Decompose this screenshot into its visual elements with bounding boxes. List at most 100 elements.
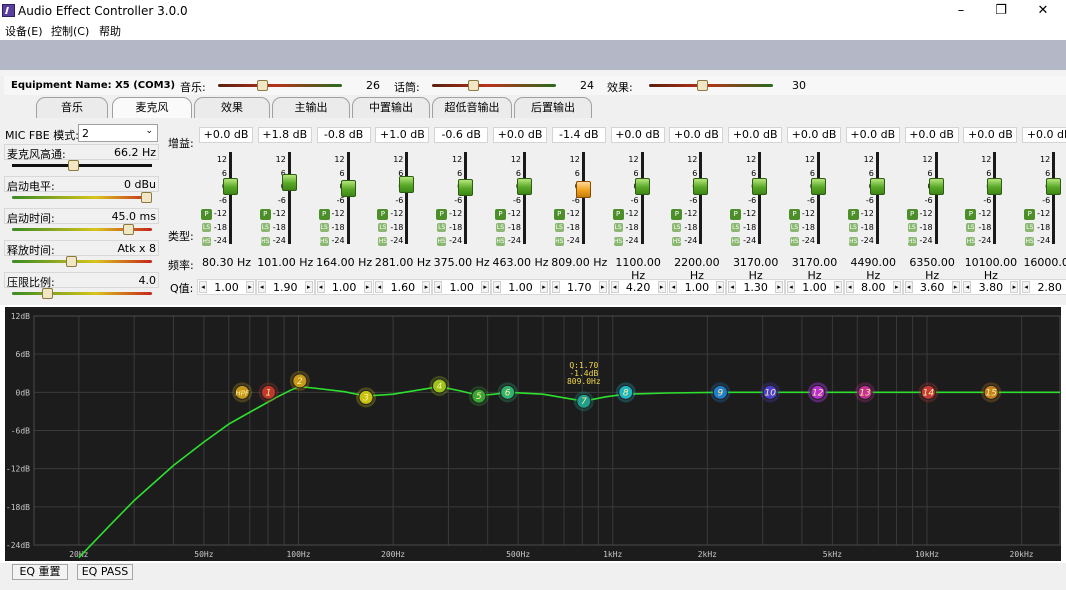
band-gain-thumb[interactable] [517, 178, 532, 195]
filter-type-p-icon[interactable]: P [553, 209, 565, 220]
filter-type-ls-icon[interactable]: LS [1025, 223, 1035, 232]
menu-control[interactable]: 控制(C) [51, 23, 89, 39]
band-gain-fader[interactable] [287, 152, 291, 244]
q-decrease-arrow-icon[interactable]: ◂ [493, 281, 501, 293]
music-volume-slider[interactable] [218, 84, 342, 87]
filter-type-p-icon[interactable]: P [906, 209, 918, 220]
q-decrease-arrow-icon[interactable]: ◂ [787, 281, 795, 293]
band-q-stepper[interactable]: ◂ 1.60 ▸ [373, 279, 433, 295]
band-gain-value[interactable]: +1.0 dB [375, 127, 430, 143]
filter-type-ls-icon[interactable]: LS [731, 223, 741, 232]
q-decrease-arrow-icon[interactable]: ◂ [1022, 281, 1031, 293]
filter-type-p-icon[interactable]: P [201, 209, 212, 220]
band-gain-value[interactable]: -1.4 dB [551, 127, 606, 143]
band-gain-thumb[interactable] [869, 178, 885, 195]
band-gain-fader[interactable] [993, 152, 997, 244]
eq-response-graph[interactable]: 12dB6dB0dB-6dB-12dB-18dB-24dB20Hz 50Hz 100… [0, 305, 1066, 563]
filter-type-ls-icon[interactable]: LS [202, 223, 211, 232]
band-q-value[interactable]: 1.70 [561, 281, 598, 294]
q-increase-arrow-icon[interactable]: ▸ [657, 281, 666, 293]
release-thumb[interactable] [66, 256, 77, 267]
band-q-stepper[interactable]: ◂ 1.00 ▸ [491, 279, 550, 295]
band-gain-value[interactable]: +0.0 dB [199, 127, 253, 143]
band-q-stepper[interactable]: ◂ 8.00 ▸ [843, 279, 903, 295]
band-gain-value[interactable]: +0.0 dB [787, 127, 841, 143]
mic-volume-thumb[interactable] [468, 80, 479, 91]
filter-type-p-icon[interactable]: P [612, 209, 624, 220]
q-increase-arrow-icon[interactable]: ▸ [716, 281, 725, 293]
band-q-value[interactable]: 3.80 [972, 281, 1009, 294]
band-gain-thumb[interactable] [928, 178, 944, 195]
band-q-value[interactable]: 3.60 [914, 281, 951, 294]
filter-type-ls-icon[interactable]: LS [437, 223, 447, 232]
q-decrease-arrow-icon[interactable]: ◂ [551, 281, 560, 293]
band-frequency[interactable]: 164.00 Hz [315, 256, 374, 269]
band-gain-fader[interactable] [758, 152, 762, 244]
high-pass-slider[interactable] [12, 164, 152, 167]
band-frequency[interactable]: 101.00 Hz [256, 256, 315, 269]
mic-fbe-select[interactable]: 2 ⌄ [78, 124, 158, 142]
band-gain-fader[interactable] [875, 152, 879, 244]
q-increase-arrow-icon[interactable]: ▸ [422, 281, 431, 293]
filter-type-ls-icon[interactable]: LS [790, 223, 799, 232]
band-q-value[interactable]: 1.00 [208, 281, 245, 294]
band-q-value[interactable]: 4.20 [620, 281, 657, 294]
band-gain-value[interactable]: +0.0 dB [845, 127, 900, 143]
release-slider[interactable] [12, 260, 152, 263]
filter-type-hs-icon[interactable]: HS [378, 237, 388, 246]
filter-type-hs-icon[interactable]: HS [319, 237, 329, 246]
band-gain-thumb[interactable] [752, 178, 768, 195]
band-q-value[interactable]: 1.00 [796, 281, 833, 294]
q-decrease-arrow-icon[interactable]: ◂ [963, 281, 972, 293]
q-increase-arrow-icon[interactable]: ▸ [598, 281, 607, 293]
band-gain-value[interactable]: +0.0 dB [669, 127, 724, 143]
band-gain-thumb[interactable] [811, 178, 826, 195]
tab-effect[interactable]: 效果 [194, 97, 270, 118]
q-increase-arrow-icon[interactable]: ▸ [834, 281, 842, 293]
tab-main-output[interactable]: 主输出 [272, 97, 350, 118]
band-q-value[interactable]: 1.00 [326, 281, 363, 294]
band-frequency[interactable]: 16000.00 [1020, 256, 1066, 269]
filter-type-hs-icon[interactable]: HS [1025, 237, 1035, 246]
band-q-value[interactable]: 1.30 [737, 281, 774, 294]
filter-type-hs-icon[interactable]: HS [848, 237, 858, 246]
menu-device[interactable]: 设备(E) [5, 23, 43, 39]
band-q-stepper[interactable]: ◂ 4.20 ▸ [608, 279, 668, 295]
band-q-stepper[interactable]: ◂ 1.00 ▸ [667, 279, 727, 295]
q-increase-arrow-icon[interactable]: ▸ [304, 281, 313, 293]
band-gain-value[interactable]: +0.0 dB [493, 127, 547, 143]
band-gain-fader[interactable] [640, 152, 644, 244]
q-decrease-arrow-icon[interactable]: ◂ [316, 281, 325, 293]
tab-sub-output[interactable]: 超低音输出 [432, 97, 512, 118]
band-gain-value[interactable]: -0.8 dB [316, 127, 371, 143]
band-q-stepper[interactable]: ◂2.80▸ [1020, 279, 1066, 295]
band-gain-value[interactable]: +0.0 dB [728, 127, 783, 143]
band-q-value[interactable]: 1.00 [502, 281, 539, 294]
band-gain-thumb[interactable] [458, 179, 474, 197]
band-q-value[interactable]: 1.60 [384, 281, 421, 294]
band-q-stepper[interactable]: ◂ 1.30 ▸ [726, 279, 786, 295]
band-gain-fader[interactable] [1052, 152, 1056, 244]
band-gain-thumb[interactable] [281, 173, 297, 191]
filter-type-ls-icon[interactable]: LS [496, 223, 505, 232]
filter-type-ls-icon[interactable]: LS [907, 223, 917, 232]
q-decrease-arrow-icon[interactable]: ◂ [434, 281, 443, 293]
filter-type-p-icon[interactable]: P [1024, 209, 1036, 220]
q-decrease-arrow-icon[interactable]: ◂ [375, 281, 384, 293]
eq-pass-button[interactable]: EQ PASS [77, 564, 133, 580]
band-frequency[interactable]: 809.00 Hz [550, 256, 609, 269]
band-q-stepper[interactable]: ◂ 1.00 ▸ [314, 279, 374, 295]
band-gain-fader[interactable] [346, 152, 350, 244]
high-pass-thumb[interactable] [68, 160, 79, 171]
effect-volume-thumb[interactable] [697, 80, 708, 91]
threshold-slider[interactable] [12, 196, 152, 199]
ratio-slider[interactable] [12, 292, 152, 295]
attack-thumb[interactable] [123, 224, 134, 235]
band-frequency[interactable]: 375.00 Hz [432, 256, 491, 269]
filter-type-p-icon[interactable]: P [259, 209, 271, 220]
threshold-thumb[interactable] [141, 192, 152, 203]
filter-type-p-icon[interactable]: P [789, 209, 800, 220]
q-decrease-arrow-icon[interactable]: ◂ [610, 281, 619, 293]
filter-type-hs-icon[interactable]: HS [496, 237, 505, 246]
band-q-stepper[interactable]: ◂ 1.00 ▸ [197, 279, 256, 295]
